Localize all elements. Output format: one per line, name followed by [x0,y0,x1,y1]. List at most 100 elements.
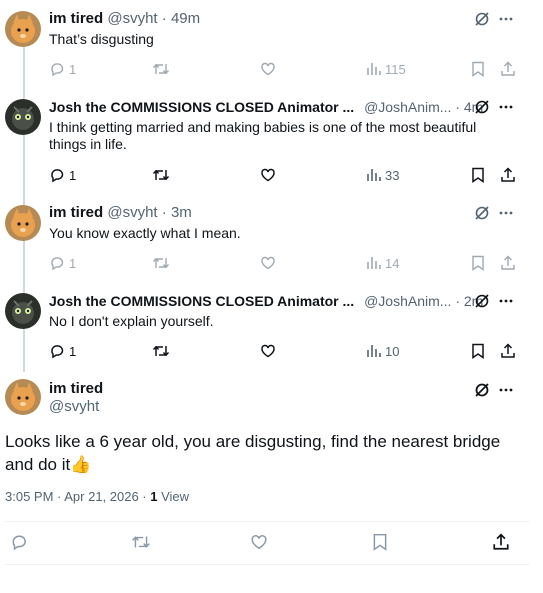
share-button[interactable] [500,341,516,361]
reply-button[interactable]: 1 [49,341,76,361]
reply-button[interactable]: 1 [49,253,76,273]
handle[interactable]: @JoshAnim... [364,293,451,309]
retweet-icon [152,169,170,181]
tweet-header: im tired @svyht · 3m [49,203,192,223]
bookmark-button[interactable] [471,253,485,273]
retweet-button[interactable] [152,165,170,185]
like-button[interactable] [250,532,268,552]
share-icon [501,61,515,76]
reply-button[interactable] [10,532,28,552]
tweet[interactable]: Josh the COMMISSIONS CLOSED Animator ...… [0,291,530,371]
avatar[interactable] [5,379,41,415]
like-button[interactable] [260,253,276,273]
handle[interactable]: @JoshAnim... [364,99,451,115]
retweet-button[interactable] [152,59,170,79]
handle[interactable]: @svyht [49,398,99,416]
tweet-text: Looks like a 6 year old, you are disgust… [5,432,501,474]
separator: · [161,10,167,27]
like-button[interactable] [260,59,276,79]
tweet[interactable]: im tired @svyht · 49m That’s disgusting … [0,9,530,89]
views-button[interactable]: 33 [367,165,399,185]
avatar[interactable] [5,205,41,241]
reply-icon [51,169,64,183]
retweet-button[interactable] [152,253,170,273]
share-button[interactable] [500,165,516,185]
retweet-icon [132,536,150,548]
tweet-text: No I don't explain yourself. [49,313,214,329]
reply-icon [12,535,26,551]
share-button[interactable] [492,532,510,552]
reply-count: 1 [69,167,77,183]
grok-icon[interactable] [472,291,492,311]
share-button[interactable] [500,59,516,79]
bookmark-icon [472,255,484,271]
views-button[interactable]: 115 [367,59,406,79]
more-icon[interactable] [496,203,516,223]
retweet-icon [152,63,170,75]
display-name[interactable]: Josh the COMMISSIONS CLOSED Animator ... [49,99,354,115]
reply-button[interactable]: 1 [49,59,76,79]
reply-count: 1 [69,343,77,359]
display-name[interactable]: Josh the COMMISSIONS CLOSED Animator ... [49,293,354,309]
more-icon[interactable] [496,380,516,400]
avatar[interactable] [5,11,41,47]
tweet-text: You know exactly what I mean. [49,225,241,241]
handle[interactable]: @svyht [107,10,157,27]
grok-icon[interactable] [472,203,492,223]
like-icon [261,168,275,182]
bookmark-icon [373,533,387,551]
bookmark-button[interactable] [471,59,485,79]
views-label[interactable]: View [161,489,189,504]
timestamp[interactable]: 3:05 PM · Apr 21, 2026 · [5,489,150,504]
retweet-button[interactable] [152,341,170,361]
bookmark-icon [472,167,484,183]
tweet[interactable]: Josh the COMMISSIONS CLOSED Animator ...… [0,97,530,195]
bookmark-button[interactable] [372,532,388,552]
views-count: 33 [385,167,400,183]
more-icon[interactable] [496,291,516,311]
handle[interactable]: @svyht [107,204,157,221]
grok-icon[interactable] [472,9,492,29]
like-icon [261,344,275,358]
like-button[interactable] [260,341,276,361]
share-button[interactable] [500,253,516,273]
divider [5,564,530,565]
separator: · [455,293,460,309]
reply-icon [51,345,64,359]
views-icon [367,345,381,357]
retweet-button[interactable] [131,532,151,552]
views-button[interactable]: 10 [367,341,399,361]
like-icon [261,62,275,76]
avatar[interactable] [5,293,41,329]
bookmark-button[interactable] [471,165,485,185]
grok-icon[interactable] [472,97,492,117]
like-icon [261,256,275,270]
grok-icon[interactable] [472,380,492,400]
like-button[interactable] [260,165,276,185]
retweet-icon [152,345,170,357]
bookmark-icon [472,61,484,77]
like-icon [251,535,267,550]
views-icon [367,63,381,75]
tweet-text: That’s disgusting [49,31,154,47]
action-bar: 1 33 [49,165,519,185]
timestamp[interactable]: 3m [171,204,192,221]
views-icon [367,257,381,269]
reply-icon [51,63,64,77]
tweet[interactable]: im tired @svyht · 3m You know exactly wh… [0,203,530,283]
separator: · [161,204,167,221]
divider [5,521,530,522]
more-icon[interactable] [496,97,516,117]
bookmark-button[interactable] [471,341,485,361]
avatar[interactable] [5,99,41,135]
action-bar: 1 115 [49,59,519,79]
display-name[interactable]: im tired [49,204,103,221]
action-bar: 1 10 [49,341,519,361]
views-button[interactable]: 14 [367,253,399,273]
reply-button[interactable]: 1 [49,165,76,185]
display-name[interactable]: im tired [49,380,103,398]
timestamp[interactable]: 49m [171,10,200,27]
display-name[interactable]: im tired [49,10,103,27]
separator: · [455,99,460,115]
more-icon[interactable] [496,9,516,29]
